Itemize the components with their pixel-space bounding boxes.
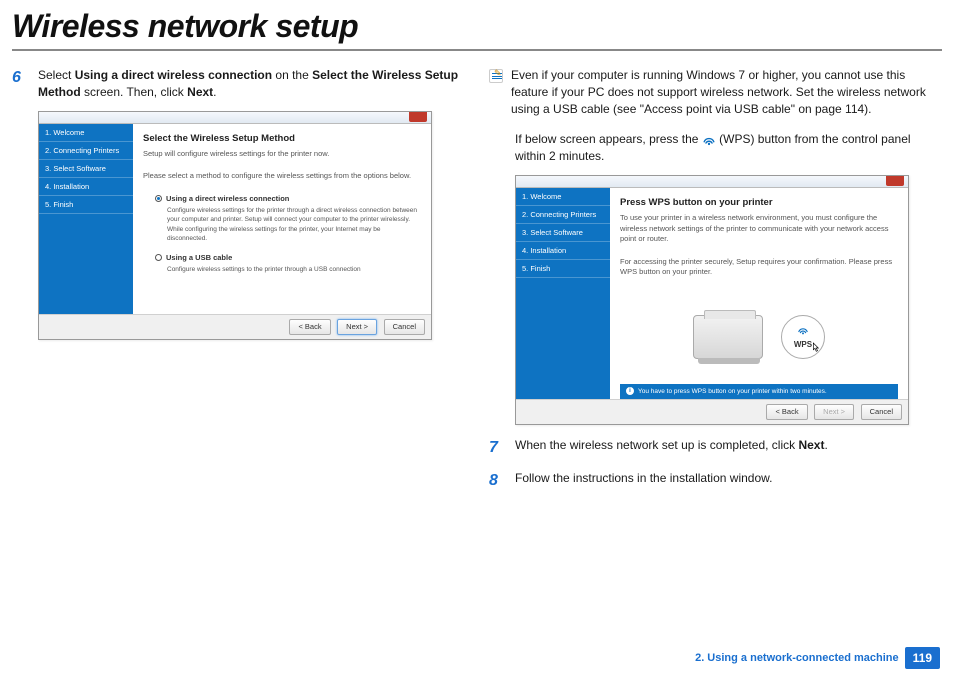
wizard-button-row: < Back Next > Cancel [39,314,431,340]
chapter-label: 2. Using a network-connected machine [695,652,899,664]
wizard-subtext: For accessing the printer securely, Setu… [620,257,898,278]
page-footer: 2. Using a network-connected machine 119 [695,647,940,669]
t: Select [38,68,75,82]
sidebar-item: 5. Finish [39,196,133,214]
sidebar-item: 3. Select Software [39,160,133,178]
sidebar-item: 5. Finish [516,260,610,278]
sidebar-item: 1. Welcome [39,124,133,142]
step-7: 7 When the wireless network set up is co… [489,437,942,459]
wizard-titlebar [516,176,908,188]
option-desc: Configure wireless settings for the prin… [167,206,421,242]
wps-icon [797,324,809,339]
step-text: Follow the instructions in the installat… [515,470,942,492]
wps-icon [702,133,716,147]
step-6: 6 Select Using a direct wireless connect… [12,67,465,101]
option-label: Using a direct wireless connection [166,194,289,205]
sidebar-item: 4. Installation [516,242,610,260]
t: If below screen appears, press the [515,132,702,146]
wizard-subtext: To use your printer in a wireless networ… [620,213,898,245]
t-bold: Next [187,85,213,99]
t: When the wireless network set up is comp… [515,438,798,452]
cancel-button[interactable]: Cancel [384,319,425,336]
t-bold: Next [798,438,824,452]
content-columns: 6 Select Using a direct wireless connect… [12,67,942,502]
close-icon[interactable] [886,176,904,186]
note-text: Even if your computer is running Windows… [511,67,942,117]
radio-selected-icon [155,195,162,202]
if-below-screen-para: If below screen appears, press the (WPS)… [515,131,942,165]
close-icon[interactable] [409,112,427,122]
info-bar: i You have to press WPS button on your p… [620,384,898,399]
right-column: Even if your computer is running Windows… [489,67,942,502]
t: . [824,438,827,452]
step-number: 7 [489,437,507,459]
info-icon: i [626,387,634,395]
info-text: You have to press WPS button on your pri… [638,387,827,396]
option-desc: Configure wireless settings to the print… [167,265,421,274]
step-number: 8 [489,470,507,492]
sidebar-item: 1. Welcome [516,188,610,206]
wizard-heading: Select the Wireless Setup Method [143,132,421,145]
note-box: Even if your computer is running Windows… [489,67,942,117]
sidebar-item: 3. Select Software [516,224,610,242]
printer-illustration: WPS [620,290,898,384]
back-button[interactable]: < Back [289,319,330,336]
wizard-sidebar: 1. Welcome 2. Connecting Printers 3. Sel… [516,188,610,399]
printer-icon [693,315,763,359]
t-bold: Using a direct wireless connection [75,68,272,82]
next-button[interactable]: Next > [814,404,854,421]
wps-button-illustration: WPS [781,315,825,359]
wizard-button-row: < Back Next > Cancel [516,399,908,425]
step-text: When the wireless network set up is comp… [515,437,942,459]
sidebar-item: 4. Installation [39,178,133,196]
note-icon [489,69,503,83]
wizard-press-wps: 1. Welcome 2. Connecting Printers 3. Sel… [515,175,909,425]
wizard-subtext: Setup will configure wireless settings f… [143,149,421,160]
step-number: 6 [12,67,30,101]
wizard-sidebar: 1. Welcome 2. Connecting Printers 3. Sel… [39,124,133,314]
option-label: Using a USB cable [166,253,232,264]
sidebar-item: 2. Connecting Printers [39,142,133,160]
cancel-button[interactable]: Cancel [861,404,902,421]
wizard-body: 1. Welcome 2. Connecting Printers 3. Sel… [516,188,908,399]
cursor-icon [810,342,820,354]
next-button[interactable]: Next > [337,319,377,336]
wizard-subtext: Please select a method to configure the … [143,171,421,182]
option-usb-cable[interactable]: Using a USB cable [155,253,421,264]
t: on the [272,68,312,82]
wizard-heading: Press WPS button on your printer [620,196,898,209]
step-text: Select Using a direct wireless connectio… [38,67,465,101]
step-8: 8 Follow the instructions in the install… [489,470,942,492]
page-title: Wireless network setup [12,8,954,45]
wizard-titlebar [39,112,431,124]
option-direct-wireless[interactable]: Using a direct wireless connection [155,194,421,205]
page-number: 119 [905,647,940,669]
back-button[interactable]: < Back [766,404,807,421]
left-column: 6 Select Using a direct wireless connect… [12,67,465,502]
title-rule [12,49,942,51]
t: . [213,85,216,99]
radio-icon [155,254,162,261]
wizard-select-method: 1. Welcome 2. Connecting Printers 3. Sel… [38,111,432,341]
t: screen. Then, click [81,85,188,99]
sidebar-item: 2. Connecting Printers [516,206,610,224]
wizard-main: Select the Wireless Setup Method Setup w… [133,124,431,314]
wizard-body: 1. Welcome 2. Connecting Printers 3. Sel… [39,124,431,314]
wizard-main: Press WPS button on your printer To use … [610,188,908,399]
